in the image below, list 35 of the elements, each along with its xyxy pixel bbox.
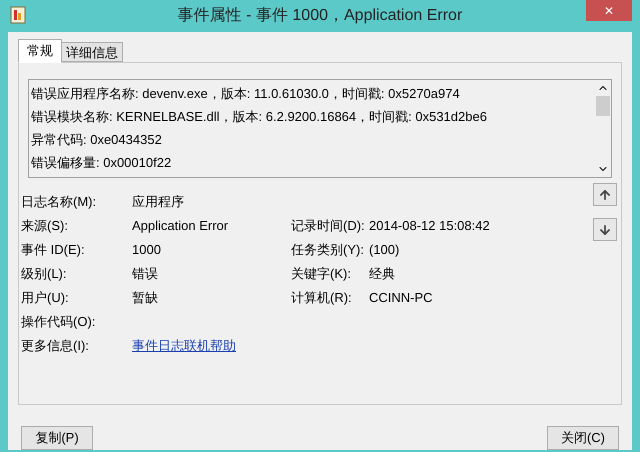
field-label: 关键字(K): [291,265,352,284]
field-value: 1000 [132,241,162,260]
app-icon [10,6,26,24]
tab[interactable]: 常规 [18,39,62,63]
previous-button[interactable] [593,183,617,206]
field-value: CCINN-PC [369,289,433,308]
field-label: 来源(S): [21,217,69,236]
field-value: 暂缺 [132,289,159,308]
field-label: 计算机(R): [291,289,353,308]
field-label: 任务类别(Y): [291,241,365,260]
field-value: 2014-08-12 15:08:42 [369,217,490,236]
help-link[interactable]: 事件日志联机帮助 [132,336,236,356]
field-value: Application Error [132,217,230,236]
field-value: 应用程序 [132,193,185,212]
field-label: 事件 ID(E): [21,241,86,260]
field-label: 操作代码(O): [21,313,96,332]
window-title: 事件属性 - 事件 1000，Application Error [178,6,462,26]
field-label: 级别(L): [21,265,68,284]
scroll-thumb[interactable] [596,96,610,116]
field-value: 错误 [132,265,159,284]
field-label: 更多信息(I): [21,337,90,356]
field-value: (100) [369,241,400,260]
field-label: 记录时间(D): [291,217,366,236]
field-value: 经典 [369,265,395,284]
next-button[interactable] [593,218,617,241]
close-dialog-button[interactable]: 关闭(C) [547,426,619,450]
description-line: 错误偏移量: 0x00010f22 [31,154,172,172]
description-line: 错误模块名称: KERNELBASE.dll，版本: 6.2.9200.16864，时间戳: 0x531d2be6 [31,108,488,126]
field-label: 日志名称(M): [21,193,98,212]
copy-button[interactable]: 复制(P) [21,426,93,450]
description-line: 异常代码: 0xe0434352 [31,131,163,149]
description-line: 错误应用程序名称: devenv.exe，版本: 11.0.61030.0，时间戳: 0x5270a974 [31,85,461,103]
field-label: 用户(U): [21,289,70,308]
tab[interactable]: 详细信息 [62,42,123,62]
close-button[interactable]: ✕ [586,0,632,21]
